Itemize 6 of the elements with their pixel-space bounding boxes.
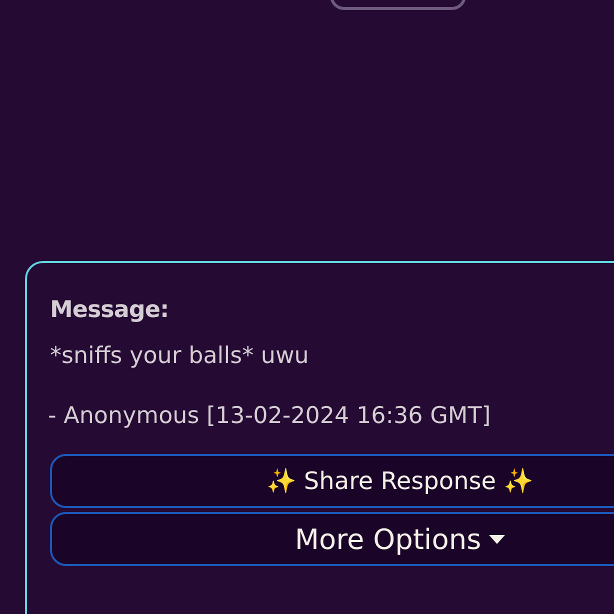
caret-icon [489, 534, 506, 544]
message-signature: - Anonymous [13-02-2024 16:36 GMT] [48, 403, 491, 429]
more-options-button[interactable]: More Options [50, 512, 614, 566]
message-text: *sniffs your balls* uwu [50, 343, 309, 369]
share-button[interactable]: ✨ Share Response ✨ [50, 454, 614, 508]
message-heading: Message: [50, 297, 169, 325]
